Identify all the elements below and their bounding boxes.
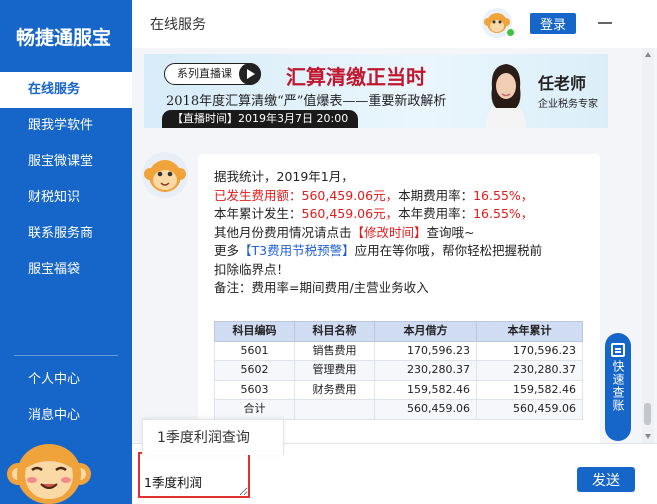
table-cell: 170,596.23 (374, 340, 477, 361)
column-header-ytd: 本年累计 (476, 321, 583, 342)
column-header-name: 科目名称 (294, 321, 375, 342)
more-text: 更多 (214, 243, 240, 258)
ytd-amount: 560,459.06元， (301, 206, 399, 221)
table-total-row: 合计 560,459.06 560,459.06 (214, 399, 583, 420)
send-button[interactable]: 发送 (577, 467, 635, 492)
table-cell: 560,459.06 (374, 399, 477, 420)
banner-subtitle: 2018年度汇算清缴“严”值爆表——重要新政解析 (166, 94, 447, 109)
message-line-1: 据我统计，2019年1月， (214, 169, 354, 184)
message-line-3: 本年累计发生：560,459.06元，本年费用率：16.55%， (214, 205, 584, 224)
expense-label: 已发生费用额： (214, 187, 302, 203)
message-line-2: 已发生费用额：560,459.06元，本期费用率：16.55%， (214, 187, 584, 206)
ytd-rate-label: 本年费用率： (398, 206, 474, 221)
banner-tag: 系列直播课 (164, 63, 261, 85)
message-line-7: 备注：费用率=期间费用/主营业务收入 (214, 280, 429, 295)
expense-table: 科目编码 科目名称 本月借方 本年累计 5601 销售费用 170,596.23… (214, 321, 583, 420)
scroll-down-icon[interactable] (645, 434, 651, 439)
table-cell: 销售费用 (294, 340, 375, 361)
ytd-rate-value: 16.55%， (473, 206, 534, 221)
sidebar-item-tax-knowledge[interactable]: 财税知识 (0, 180, 132, 216)
table-cell: 159,582.46 (476, 379, 583, 400)
banner-tag-label: 系列直播课 (177, 67, 232, 80)
table-cell: 财务费用 (294, 379, 375, 400)
banner-teacher-role: 企业税务专家 (538, 99, 598, 110)
column-header-month-debit: 本月借方 (374, 321, 477, 342)
sidebar-item-contact-provider[interactable]: 联系服务商 (0, 216, 132, 252)
sidebar-item-micro-class[interactable]: 服宝微课堂 (0, 144, 132, 180)
ytd-label: 本年累计发生： (214, 206, 302, 221)
table-cell: 170,596.23 (476, 340, 583, 361)
sidebar-item-learn-software[interactable]: 跟我学软件 (0, 108, 132, 144)
chat-scrollbar[interactable] (642, 48, 654, 443)
quick-check-label: 快速查账 (611, 360, 625, 412)
message-input[interactable] (138, 452, 250, 498)
table-row: 5603 财务费用 159,582.46 159,582.46 (214, 379, 583, 400)
table-cell: 5601 (214, 340, 295, 361)
table-cell: 159,582.46 (374, 379, 477, 400)
table-cell: 5603 (214, 379, 295, 400)
message-line-4: 其他月份费用情况请点击【修改时间】查询哦~ (214, 224, 584, 243)
sidebar: 畅捷通服宝 在线服务 跟我学软件 服宝微课堂 财税知识 联系服务商 服宝福袋 个… (0, 0, 132, 504)
chat-area[interactable]: 系列直播课 汇算清缴正当时 2018年度汇算清缴“严”值爆表——重要新政解析 【… (132, 48, 657, 443)
play-icon (239, 63, 261, 85)
other-months-text: 其他月份费用情况请点击 (214, 224, 352, 240)
app-logo: 畅捷通服宝 (0, 0, 132, 72)
table-cell: 管理费用 (294, 360, 375, 381)
bot-message-bubble: 据我统计，2019年1月， 已发生费用额：560,459.06元，本期费用率：1… (198, 154, 600, 443)
banner-headline: 汇算清缴正当时 (286, 65, 426, 89)
modify-time-link[interactable]: 【修改时间】 (352, 225, 427, 240)
scroll-up-icon[interactable] (645, 52, 651, 57)
quick-check-button[interactable]: 快速查账 (605, 333, 631, 441)
query-text: 查询哦~ (426, 224, 475, 240)
app-promo-text: 应用在等你哦，帮你轻松把握税前 (354, 243, 543, 258)
document-icon (611, 343, 625, 357)
table-row: 5602 管理费用 230,280.37 230,280.37 (214, 360, 583, 381)
live-course-banner[interactable]: 系列直播课 汇算清缴正当时 2018年度汇算清缴“严”值爆表——重要新政解析 【… (144, 54, 608, 128)
rate-value: 16.55%， (473, 187, 534, 203)
table-cell: 5602 (214, 360, 295, 381)
teacher-photo-icon (486, 64, 526, 128)
column-header-code: 科目编码 (214, 321, 295, 342)
login-button[interactable]: 登录 (530, 13, 576, 34)
sidebar-item-online-service[interactable]: 在线服务 (0, 72, 132, 108)
sidebar-item-personal-center[interactable]: 个人中心 (0, 362, 132, 398)
message-line-6: 扣除临界点！ (214, 261, 290, 277)
banner-teacher-name: 任老师 (538, 74, 587, 93)
tax-warning-link[interactable]: 【T3费用节税预警】 (239, 243, 355, 258)
rate-label: 本期费用率： (398, 187, 474, 203)
table-cell (294, 399, 375, 420)
minimize-icon[interactable] (598, 14, 612, 28)
banner-time: 【直播时间】2019年3月7日 20:00 (162, 110, 359, 128)
monkey-mascot-icon (7, 444, 91, 504)
table-cell: 230,280.37 (374, 360, 477, 381)
sidebar-item-lucky-bag[interactable]: 服宝福袋 (0, 252, 132, 288)
table-header-row: 科目编码 科目名称 本月借方 本年累计 (214, 321, 583, 342)
sidebar-divider (14, 355, 118, 356)
sidebar-item-message-center[interactable]: 消息中心 (0, 398, 132, 434)
table-cell: 合计 (214, 399, 295, 420)
table-row: 5601 销售费用 170,596.23 170,596.23 (214, 340, 583, 361)
scroll-thumb[interactable] (644, 403, 651, 425)
table-cell: 560,459.06 (476, 399, 583, 420)
bot-avatar-icon (142, 152, 188, 198)
online-status-dot (506, 28, 515, 37)
input-suggestion-item[interactable]: 1季度利润查询 (142, 419, 284, 455)
expense-amount: 560,459.06元， (301, 187, 399, 203)
table-cell: 230,280.37 (476, 360, 583, 381)
window-title: 在线服务 (150, 17, 206, 33)
message-line-5: 更多【T3费用节税预警】应用在等你哦，帮你轻松把握税前 (214, 242, 584, 261)
window-header: 在线服务 登录 (132, 0, 657, 48)
sidebar-bottom-nav: 个人中心 消息中心 (0, 362, 132, 434)
app-logo-text: 畅捷通服宝 (16, 26, 112, 49)
